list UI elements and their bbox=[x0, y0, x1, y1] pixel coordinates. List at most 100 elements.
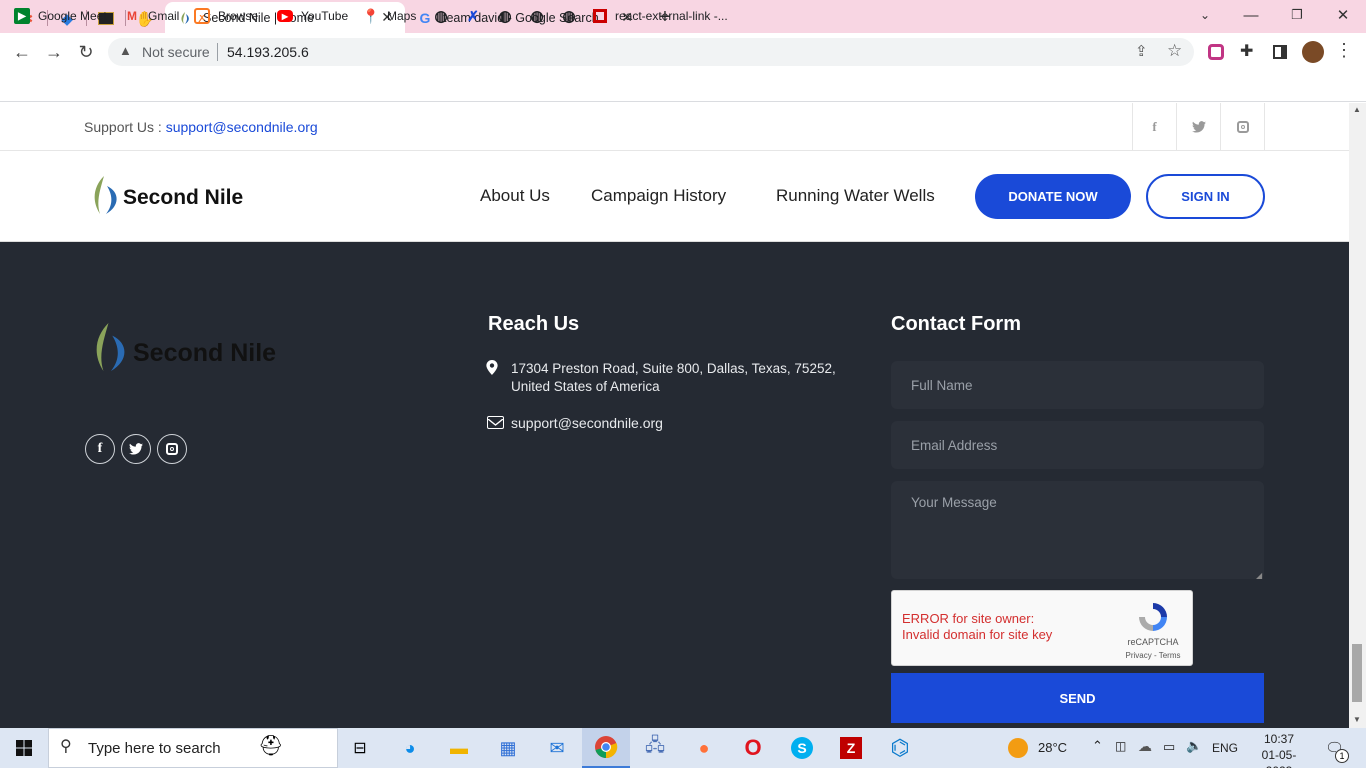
menu-kebab-icon[interactable]: ⋮ bbox=[1335, 40, 1353, 61]
nav-campaign-history[interactable]: Campaign History bbox=[591, 186, 726, 206]
extension-instagram-icon[interactable] bbox=[1208, 44, 1224, 60]
bookmark-label: Gmail bbox=[148, 9, 180, 23]
support-prefix: Support Us : bbox=[84, 119, 166, 135]
tab-search-chevron-icon[interactable]: ⌄ bbox=[1182, 0, 1228, 30]
share-icon[interactable]: ⇪ bbox=[1135, 42, 1148, 60]
globe-icon: ◍ bbox=[498, 8, 512, 25]
side-panel-icon[interactable] bbox=[1273, 45, 1287, 59]
full-name-input[interactable]: Full Name bbox=[891, 361, 1264, 409]
bookmark-globe-1[interactable]: ◍ bbox=[433, 6, 457, 26]
donate-now-button[interactable]: DONATE NOW bbox=[975, 174, 1131, 219]
scrollbar-thumb[interactable] bbox=[1352, 644, 1362, 702]
volume-icon[interactable]: 🔈 bbox=[1186, 738, 1202, 754]
search-icon: ⚲ bbox=[60, 738, 72, 755]
taskbar-search-placeholder: Type here to search bbox=[88, 740, 221, 757]
bookmark-google-meet[interactable]: ▶ Google Meet bbox=[14, 6, 107, 26]
notification-count-badge: 1 bbox=[1335, 749, 1349, 763]
not-secure-label[interactable]: Not secure bbox=[142, 44, 210, 60]
bookmark-label: react-external-link -... bbox=[615, 9, 728, 23]
address-text: 17304 Preston Road, Suite 800, Dallas, T… bbox=[511, 360, 836, 396]
windows-start-icon[interactable] bbox=[0, 728, 48, 768]
scroll-up-arrow-icon[interactable]: ▲ bbox=[1353, 105, 1361, 114]
gmail-icon: M bbox=[127, 9, 137, 23]
email-placeholder: Email Address bbox=[911, 437, 998, 453]
scroll-down-arrow-icon[interactable]: ▼ bbox=[1353, 715, 1361, 724]
network-app-icon[interactable]: 🖧 bbox=[631, 728, 679, 768]
contact-form-heading: Contact Form bbox=[891, 313, 1021, 335]
restore-button[interactable]: ❐ bbox=[1274, 0, 1320, 30]
bookmark-browse[interactable]: ꭗ Browse bbox=[194, 6, 258, 26]
logo-drop-icon[interactable] bbox=[92, 176, 120, 219]
network-icon[interactable]: ▭ bbox=[1163, 739, 1175, 755]
reach-us-heading: Reach Us bbox=[488, 313, 580, 335]
tray-chevron-up-icon[interactable]: ⌃ bbox=[1092, 738, 1103, 754]
recaptcha-privacy-terms[interactable]: Privacy - Terms bbox=[1118, 651, 1188, 660]
bookmark-react-external-link[interactable]: react-external-link -... bbox=[593, 6, 728, 26]
filezilla-icon[interactable]: Z bbox=[827, 728, 875, 768]
bookmark-globe-4[interactable]: ◍ bbox=[561, 6, 585, 26]
footer-facebook-icon[interactable]: f bbox=[85, 434, 115, 464]
onedrive-cloud-icon[interactable]: ☁ bbox=[1138, 738, 1152, 755]
globe-icon: ◍ bbox=[562, 8, 576, 25]
opera-icon[interactable]: O bbox=[729, 728, 777, 768]
send-button[interactable]: SEND bbox=[891, 673, 1264, 723]
bookmark-maps[interactable]: 📍 Maps bbox=[362, 6, 416, 26]
location-pin-icon bbox=[486, 360, 498, 378]
instagram-icon[interactable] bbox=[1220, 103, 1265, 151]
skype-icon[interactable]: S bbox=[778, 728, 826, 768]
page-scrollbar[interactable] bbox=[1349, 103, 1366, 728]
textarea-resize-handle[interactable]: ◢ bbox=[1256, 571, 1262, 580]
youtube-icon: ▶ bbox=[277, 10, 293, 22]
bookmark-gmail[interactable]: M Gmail bbox=[124, 6, 179, 26]
bookmark-label: Google Meet bbox=[38, 9, 107, 23]
bookmark-x[interactable]: ✗ bbox=[465, 6, 489, 26]
sign-in-button[interactable]: SIGN IN bbox=[1146, 174, 1265, 219]
task-view-icon[interactable]: ⊟ bbox=[336, 728, 384, 768]
email-address-input[interactable]: Email Address bbox=[891, 421, 1264, 469]
extensions-puzzle-icon[interactable]: ✚ bbox=[1240, 41, 1253, 61]
forward-arrow-icon[interactable]: → bbox=[39, 37, 69, 67]
search-highlight-icon: ⛑ bbox=[258, 735, 284, 757]
nav-running-water-wells[interactable]: Running Water Wells bbox=[776, 186, 935, 206]
footer-logo-drop-icon[interactable] bbox=[93, 323, 129, 376]
warning-icon[interactable]: ▲ bbox=[119, 43, 132, 58]
url-text[interactable]: 54.193.205.6 bbox=[227, 44, 309, 60]
back-arrow-icon[interactable]: ← bbox=[7, 37, 37, 67]
bookmark-youtube[interactable]: ▶ YouTube bbox=[277, 6, 348, 26]
nav-about-us[interactable]: About Us bbox=[480, 186, 550, 206]
footer-instagram-icon[interactable] bbox=[157, 434, 187, 464]
bookmark-label: YouTube bbox=[301, 9, 349, 23]
firefox-icon[interactable]: ● bbox=[680, 728, 728, 768]
chrome-icon[interactable] bbox=[582, 728, 630, 768]
weather-temp[interactable]: 28°C bbox=[1038, 740, 1067, 755]
envelope-icon bbox=[487, 416, 504, 429]
google-meet-icon: ▶ bbox=[14, 8, 30, 24]
support-email-link[interactable]: support@secondnile.org bbox=[166, 119, 318, 135]
url-divider bbox=[217, 43, 218, 61]
reload-icon[interactable]: ↻ bbox=[71, 37, 101, 67]
address-line-1: 17304 Preston Road, Suite 800, Dallas, T… bbox=[511, 361, 836, 376]
edge-icon[interactable]: ◕ bbox=[386, 728, 434, 768]
clock[interactable]: 10:37 01-05-2023 bbox=[1249, 731, 1309, 768]
mail-icon[interactable]: ✉ bbox=[533, 728, 581, 768]
x-app-icon: ✗ bbox=[467, 7, 479, 24]
bookmark-globe-2[interactable]: ◍ bbox=[497, 6, 521, 26]
twitter-icon[interactable] bbox=[1176, 103, 1220, 151]
facebook-icon[interactable]: f bbox=[1132, 103, 1176, 151]
window-close-button[interactable]: ✕ bbox=[1320, 0, 1366, 30]
file-explorer-icon[interactable]: ▬ bbox=[435, 728, 483, 768]
language-indicator[interactable]: ENG bbox=[1212, 741, 1238, 755]
bookmark-star-icon[interactable]: ☆ bbox=[1167, 41, 1182, 61]
minimize-button[interactable]: — bbox=[1228, 0, 1274, 30]
tray-device-icon[interactable]: ◫ bbox=[1115, 739, 1126, 753]
bookmark-globe-3[interactable]: ◍ bbox=[529, 6, 553, 26]
weather-sun-icon[interactable] bbox=[1008, 738, 1028, 758]
footer-twitter-icon[interactable] bbox=[121, 434, 151, 464]
footer-brand-name[interactable]: Second Nile bbox=[133, 339, 276, 368]
profile-avatar[interactable] bbox=[1302, 41, 1324, 63]
footer-email-link[interactable]: support@secondnile.org bbox=[511, 415, 663, 431]
message-textarea[interactable]: Your Message bbox=[891, 481, 1264, 579]
vscode-icon[interactable]: ⌬ bbox=[876, 728, 924, 768]
brand-name[interactable]: Second Nile bbox=[123, 186, 243, 210]
microsoft-store-icon[interactable]: ▦ bbox=[484, 728, 532, 768]
